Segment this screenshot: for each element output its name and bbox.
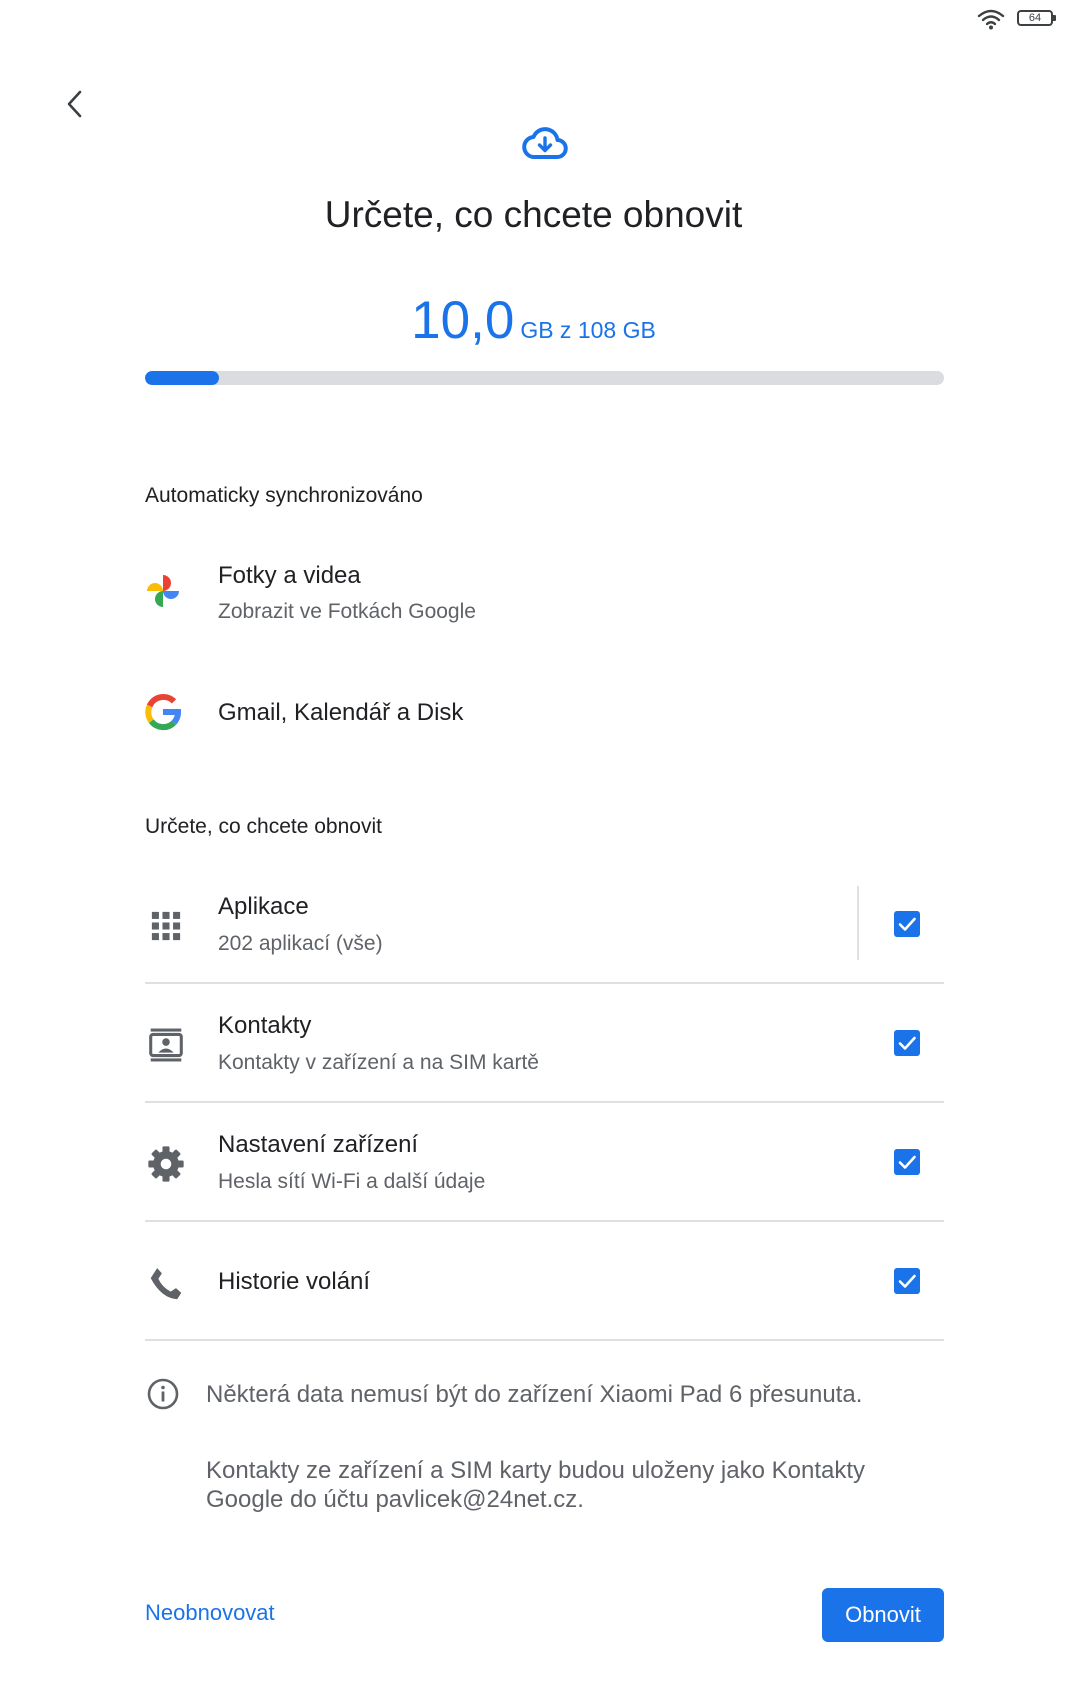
info-warning-text: Některá data nemusí být do zařízení Xiao… bbox=[206, 1381, 863, 1408]
gear-icon bbox=[148, 1146, 184, 1182]
call-history-checkbox[interactable] bbox=[894, 1268, 920, 1294]
settings-checkbox[interactable] bbox=[894, 1149, 920, 1175]
google-g-icon bbox=[145, 693, 181, 731]
contacts-icon bbox=[149, 1028, 183, 1062]
checkmark-icon bbox=[898, 1155, 916, 1169]
wifi-icon bbox=[977, 9, 1005, 30]
battery-level: 64 bbox=[1028, 12, 1042, 24]
row-separator bbox=[857, 886, 859, 960]
google-photos-icon bbox=[147, 575, 179, 607]
battery-icon: 64 bbox=[1017, 10, 1056, 26]
status-bar: 64 bbox=[867, 0, 1067, 40]
restore-header: Určete, co chcete obnovit bbox=[145, 815, 382, 838]
restore-item-settings-subtitle: Hesla sítí Wi-Fi a další údaje bbox=[218, 1170, 486, 1193]
phone-icon bbox=[150, 1268, 182, 1300]
page-title: Určete, co chcete obnovit bbox=[324, 194, 743, 235]
restore-item-contacts-subtitle: Kontakty v zařízení a na SIM kartě bbox=[218, 1051, 539, 1074]
storage-progress-bar bbox=[145, 371, 944, 385]
cloud-download-icon bbox=[522, 127, 568, 159]
restore-item-apps-subtitle: 202 aplikací (vše) bbox=[218, 932, 383, 955]
restore-item-call-history-title: Historie volání bbox=[218, 1268, 371, 1295]
divider bbox=[145, 1101, 944, 1103]
divider bbox=[145, 1339, 944, 1341]
checkmark-icon bbox=[898, 917, 916, 931]
auto-sync-photos-subtitle: Zobrazit ve Fotkách Google bbox=[218, 600, 476, 623]
auto-sync-google-title: Gmail, Kalendář a Disk bbox=[218, 699, 464, 726]
apps-grid-icon bbox=[151, 911, 181, 941]
auto-sync-photos-title: Fotky a videa bbox=[218, 562, 361, 589]
restore-button[interactable]: Obnovit bbox=[822, 1588, 944, 1642]
storage-summary: 10,0 GB z 108 GB bbox=[0, 290, 1067, 351]
info-contacts-line1: Kontakty ze zařízení a SIM karty budou u… bbox=[206, 1457, 866, 1484]
divider bbox=[145, 982, 944, 984]
storage-used: 10,0 bbox=[411, 291, 515, 350]
info-contacts-line2: Google do účtu pavlicek@24net.cz. bbox=[206, 1486, 584, 1513]
storage-progress-fill bbox=[145, 371, 220, 385]
restore-item-contacts-title: Kontakty bbox=[218, 1012, 312, 1039]
restore-item-apps-title: Aplikace bbox=[218, 893, 309, 920]
contacts-checkbox[interactable] bbox=[894, 1030, 920, 1056]
back-arrow-icon[interactable] bbox=[60, 86, 92, 122]
apps-checkbox[interactable] bbox=[894, 911, 920, 937]
checkmark-icon bbox=[898, 1036, 916, 1050]
restore-item-settings-title: Nastavení zařízení bbox=[218, 1131, 419, 1158]
auto-sync-header: Automaticky synchronizováno bbox=[145, 484, 423, 507]
checkmark-icon bbox=[898, 1274, 916, 1288]
skip-restore-button[interactable]: Neobnovovat bbox=[145, 1600, 275, 1626]
divider bbox=[145, 1220, 944, 1222]
storage-total: GB z 108 GB bbox=[520, 317, 656, 343]
info-icon bbox=[147, 1378, 179, 1410]
